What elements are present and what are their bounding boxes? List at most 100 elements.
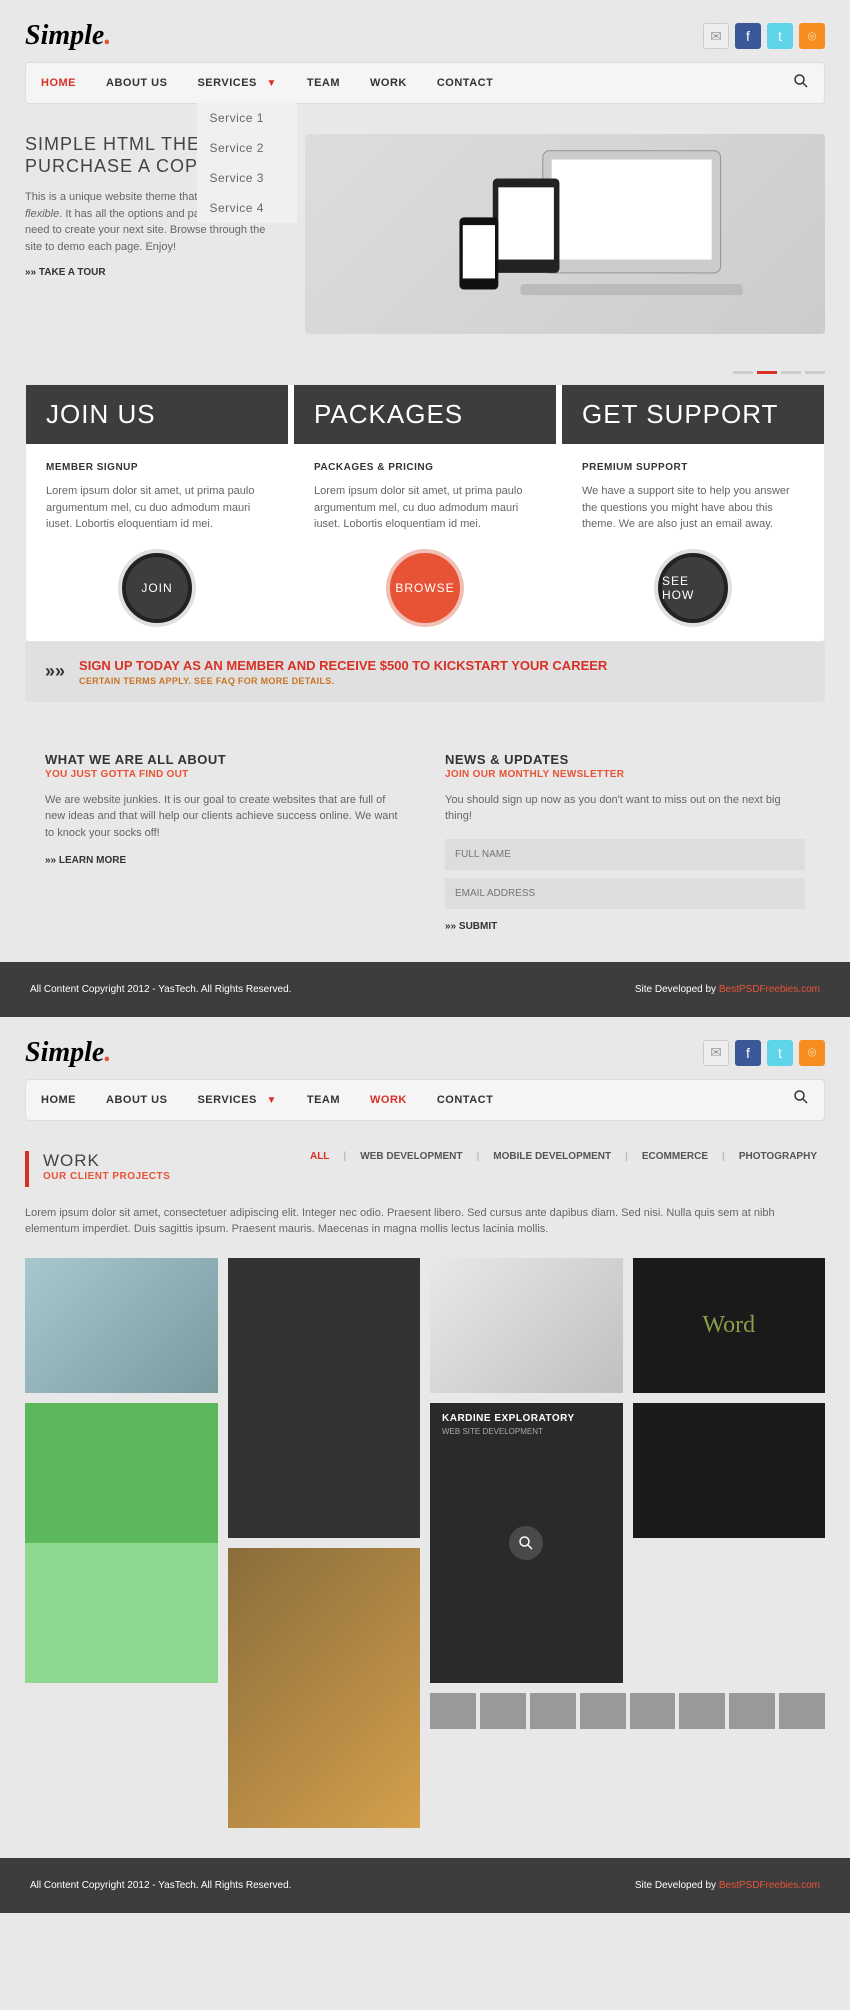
search-icon[interactable] bbox=[793, 1089, 809, 1110]
thumb[interactable] bbox=[779, 1693, 825, 1729]
logo[interactable]: Simple. bbox=[25, 1037, 111, 1069]
card-text: Lorem ipsum dolor sit amet, ut prima pau… bbox=[314, 483, 536, 533]
filter-ecommerce[interactable]: ECOMMERCE bbox=[634, 1151, 716, 1162]
copyright-text: All Content Copyright 2012 - YasTech. Al… bbox=[30, 984, 291, 995]
about-section: WHAT WE ARE ALL ABOUT YOU JUST GOTTA FIN… bbox=[45, 752, 405, 932]
card-header: JOIN US bbox=[26, 385, 288, 444]
nav-services[interactable]: SERVICES ▼ bbox=[197, 1080, 276, 1120]
social-icons: ✉ f t ⌾ bbox=[703, 23, 825, 49]
nav-contact[interactable]: CONTACT bbox=[437, 63, 493, 103]
nav-about[interactable]: ABOUT US bbox=[106, 63, 167, 103]
gallery-item-overlay[interactable]: KARDINE EXPLORATORY WEB SITE DEVELOPMENT bbox=[430, 1403, 623, 1683]
rss-icon[interactable]: ⌾ bbox=[799, 23, 825, 49]
filter-webdev[interactable]: WEB DEVELOPMENT bbox=[352, 1151, 470, 1162]
logo[interactable]: Simple. bbox=[25, 20, 111, 52]
nav-services-label: SERVICES bbox=[197, 1094, 256, 1106]
filter-all[interactable]: ALL bbox=[302, 1151, 337, 1162]
gallery-item[interactable]: Word bbox=[633, 1258, 826, 1393]
thumb[interactable] bbox=[580, 1693, 626, 1729]
card-text: Lorem ipsum dolor sit amet, ut prima pau… bbox=[46, 483, 268, 533]
news-text: You should sign up now as you don't want… bbox=[445, 792, 805, 825]
nav-home[interactable]: HOME bbox=[41, 1080, 76, 1120]
dropdown-item[interactable]: Service 2 bbox=[197, 133, 297, 163]
fullname-input[interactable] bbox=[445, 839, 805, 870]
footer-link[interactable]: BestPSDFreebies.com bbox=[719, 984, 820, 995]
card-subtitle: PACKAGES & PRICING bbox=[314, 462, 536, 473]
logo-dot: . bbox=[104, 1037, 111, 1068]
card-header: GET SUPPORT bbox=[562, 385, 824, 444]
footer-credit: Site Developed by BestPSDFreebies.com bbox=[635, 984, 820, 995]
card-packages: PACKAGES PACKAGES & PRICING Lorem ipsum … bbox=[294, 385, 556, 641]
facebook-icon[interactable]: f bbox=[735, 1040, 761, 1066]
magnify-icon[interactable] bbox=[509, 1526, 543, 1560]
overlay-title: KARDINE EXPLORATORY bbox=[442, 1413, 575, 1424]
chevron-down-icon: ▼ bbox=[266, 1095, 276, 1106]
carousel-dot[interactable] bbox=[805, 371, 825, 374]
chevron-down-icon: ▼ bbox=[266, 78, 276, 89]
filter-photo[interactable]: PHOTOGRAPHY bbox=[731, 1151, 825, 1162]
dropdown-item[interactable]: Service 4 bbox=[197, 193, 297, 223]
carousel-dot[interactable] bbox=[757, 371, 777, 374]
news-title: NEWS & UPDATES bbox=[445, 752, 805, 767]
carousel-dot[interactable] bbox=[733, 371, 753, 374]
double-chevron-icon: »» bbox=[45, 661, 65, 682]
gallery-thumbs bbox=[430, 1693, 825, 1828]
browse-button[interactable]: BROWSE bbox=[390, 553, 460, 623]
nav-services[interactable]: SERVICES ▼ Service 1 Service 2 Service 3… bbox=[197, 63, 276, 103]
footer-link[interactable]: BestPSDFreebies.com bbox=[719, 1880, 820, 1891]
thumb[interactable] bbox=[729, 1693, 775, 1729]
thumb[interactable] bbox=[530, 1693, 576, 1729]
card-header: PACKAGES bbox=[294, 385, 556, 444]
card-subtitle: MEMBER SIGNUP bbox=[46, 462, 268, 473]
email-input[interactable] bbox=[445, 878, 805, 909]
mail-icon[interactable]: ✉ bbox=[703, 1040, 729, 1066]
main-nav: HOME ABOUT US SERVICES ▼ Service 1 Servi… bbox=[25, 62, 825, 104]
gallery-item[interactable] bbox=[25, 1258, 218, 1393]
learn-more-link[interactable]: LEARN MORE bbox=[45, 855, 405, 866]
nav-services-label: SERVICES bbox=[197, 77, 256, 89]
nav-about[interactable]: ABOUT US bbox=[106, 1080, 167, 1120]
work-filters: ALL | WEB DEVELOPMENT | MOBILE DEVELOPME… bbox=[302, 1151, 825, 1166]
take-tour-link[interactable]: TAKE A TOUR bbox=[25, 267, 285, 278]
logo-dot: . bbox=[104, 20, 111, 51]
footer: All Content Copyright 2012 - YasTech. Al… bbox=[0, 1858, 850, 1913]
card-support: GET SUPPORT PREMIUM SUPPORT We have a su… bbox=[562, 385, 824, 641]
thumb[interactable] bbox=[679, 1693, 725, 1729]
nav-team[interactable]: TEAM bbox=[307, 63, 340, 103]
twitter-icon[interactable]: t bbox=[767, 1040, 793, 1066]
thumb[interactable] bbox=[630, 1693, 676, 1729]
dropdown-item[interactable]: Service 3 bbox=[197, 163, 297, 193]
accent-bar bbox=[25, 1151, 29, 1187]
main-nav: HOME ABOUT US SERVICES ▼ TEAM WORK CONTA… bbox=[25, 1079, 825, 1121]
gallery-item[interactable] bbox=[228, 1258, 421, 1538]
copyright-text: All Content Copyright 2012 - YasTech. Al… bbox=[30, 1880, 291, 1891]
nav-team[interactable]: TEAM bbox=[307, 1080, 340, 1120]
about-text: We are website junkies. It is our goal t… bbox=[45, 792, 405, 842]
gallery-item[interactable] bbox=[430, 1258, 623, 1393]
thumb[interactable] bbox=[480, 1693, 526, 1729]
filter-mobile[interactable]: MOBILE DEVELOPMENT bbox=[485, 1151, 619, 1162]
logo-text: Simple bbox=[25, 20, 104, 51]
dropdown-item[interactable]: Service 1 bbox=[197, 103, 297, 133]
join-button[interactable]: JOIN bbox=[122, 553, 192, 623]
hero-devices-image bbox=[305, 134, 825, 334]
card-subtitle: PREMIUM SUPPORT bbox=[582, 462, 804, 473]
carousel-dot[interactable] bbox=[781, 371, 801, 374]
submit-button[interactable]: SUBMIT bbox=[445, 921, 805, 932]
nav-contact[interactable]: CONTACT bbox=[437, 1080, 493, 1120]
signup-banner: »» SIGN UP TODAY AS AN MEMBER AND RECEIV… bbox=[25, 642, 825, 702]
twitter-icon[interactable]: t bbox=[767, 23, 793, 49]
gallery-item[interactable] bbox=[25, 1403, 218, 1683]
thumb[interactable] bbox=[430, 1693, 476, 1729]
rss-icon[interactable]: ⌾ bbox=[799, 1040, 825, 1066]
facebook-icon[interactable]: f bbox=[735, 23, 761, 49]
nav-work[interactable]: WORK bbox=[370, 1080, 407, 1120]
mail-icon[interactable]: ✉ bbox=[703, 23, 729, 49]
page-title: WORK bbox=[43, 1151, 170, 1171]
search-icon[interactable] bbox=[793, 73, 809, 94]
nav-work[interactable]: WORK bbox=[370, 63, 407, 103]
gallery-item[interactable] bbox=[228, 1548, 421, 1828]
nav-home[interactable]: HOME bbox=[41, 63, 76, 103]
gallery-item[interactable] bbox=[633, 1403, 826, 1538]
see-how-button[interactable]: SEE HOW bbox=[658, 553, 728, 623]
